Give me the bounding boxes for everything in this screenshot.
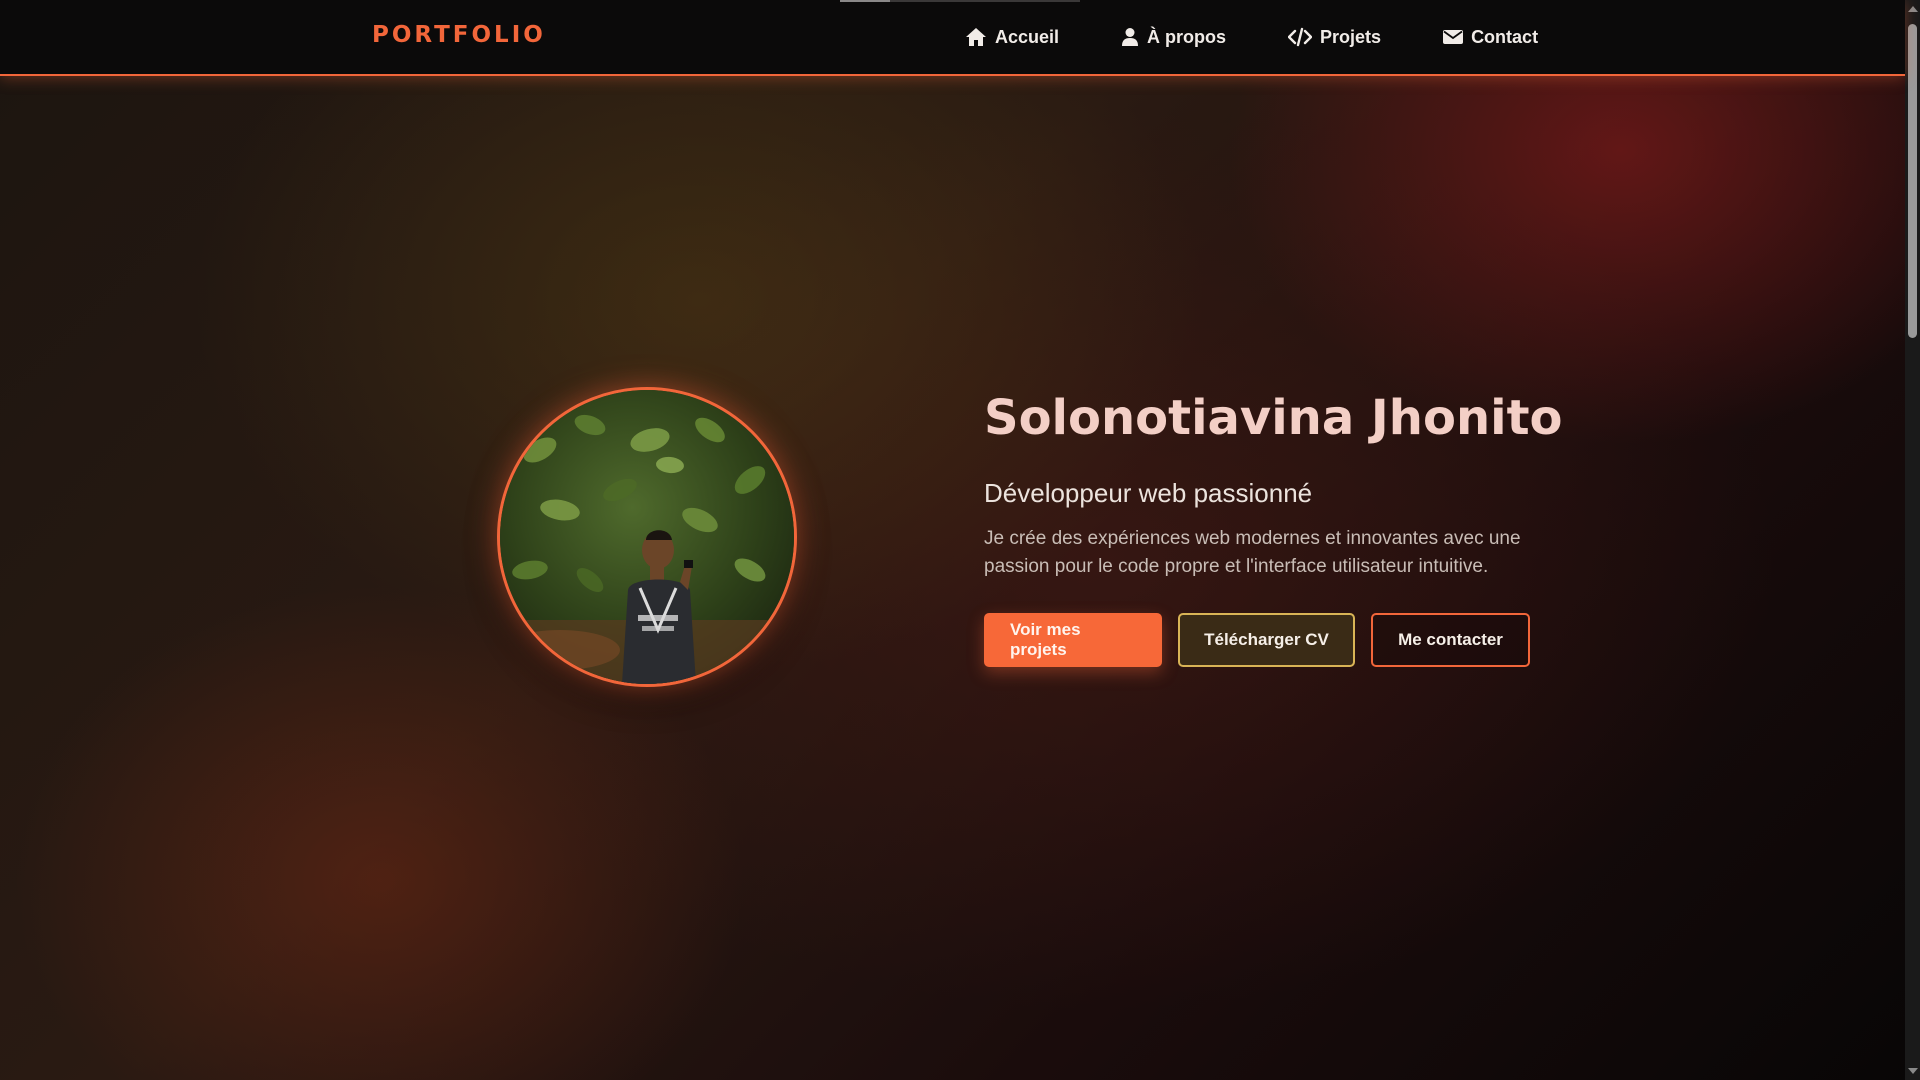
view-projects-button[interactable]: Voir mes projets [984, 613, 1162, 667]
navbar: PORTFOLIO Accueil À propos Projets Conta… [0, 0, 1905, 76]
profile-photo-illustration [500, 390, 794, 684]
hero-description: Je crée des expériences web modernes et … [984, 528, 1521, 577]
nav-item-label: Projets [1320, 26, 1382, 47]
profile-photo [497, 387, 797, 687]
envelope-icon [1443, 29, 1464, 45]
download-cv-button[interactable]: Télécharger CV [1178, 613, 1355, 667]
nav-item-projets[interactable]: Projets [1288, 27, 1381, 48]
nav-item-label: À propos [1147, 26, 1227, 47]
hero-buttons: Voir mes projets Télécharger CV Me conta… [984, 613, 1584, 667]
hero-name: Solonotiavina Jhonito [984, 390, 1563, 446]
nav-links: Accueil À propos Projets Contact [965, 0, 1538, 74]
hero-section: Solonotiavina Jhonito Développeur web pa… [984, 385, 1584, 667]
hero-role: Développeur web passionné [984, 478, 1313, 508]
nav-item-a-propos[interactable]: À propos [1121, 27, 1226, 48]
scroll-up-arrow-icon[interactable] [1908, 6, 1918, 12]
home-icon [965, 27, 987, 47]
scroll-thumb[interactable] [1908, 24, 1917, 338]
scrollbar[interactable] [1905, 0, 1920, 1080]
page: PORTFOLIO Accueil À propos Projets Conta… [0, 0, 1920, 1080]
logo[interactable]: PORTFOLIO [372, 22, 546, 48]
code-icon [1288, 27, 1313, 47]
user-icon [1121, 27, 1139, 47]
contact-me-button[interactable]: Me contacter [1371, 613, 1530, 667]
nav-item-label: Accueil [995, 26, 1060, 47]
nav-item-contact[interactable]: Contact [1443, 27, 1538, 48]
scroll-down-arrow-icon[interactable] [1908, 1068, 1918, 1074]
nav-item-accueil[interactable]: Accueil [965, 27, 1059, 48]
nav-item-label: Contact [1471, 26, 1539, 47]
